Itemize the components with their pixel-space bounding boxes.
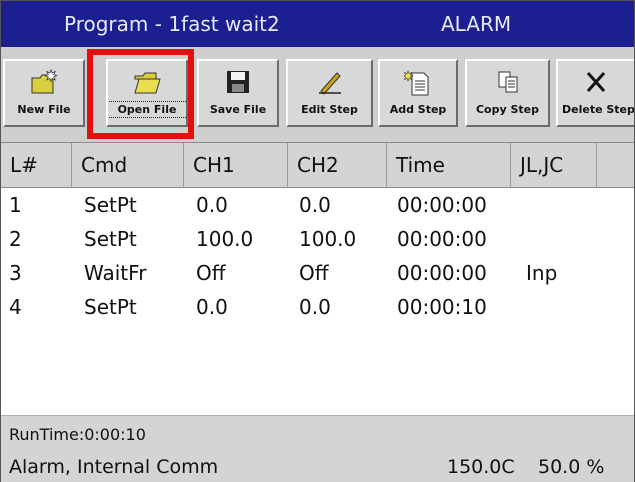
step-list: 1 SetPt 0.0 0.0 00:00:00 2 SetPt 100.0 1… <box>1 188 634 415</box>
toolbar: New File Open File Save File Edit Step A… <box>1 47 634 143</box>
cell-time: 00:00:00 <box>397 261 487 285</box>
column-header[interactable]: L# <box>1 143 72 187</box>
cell-time: 00:00:10 <box>397 295 487 319</box>
save-file-label: Save File <box>209 103 267 116</box>
table-row[interactable]: 2 SetPt 100.0 100.0 00:00:00 <box>1 222 634 256</box>
open-file-label: Open File <box>108 101 186 118</box>
copy-step-label: Copy Step <box>475 103 540 116</box>
copy-icon <box>494 69 522 99</box>
cell-line: 2 <box>9 227 22 251</box>
cell-time: 00:00:00 <box>397 193 487 217</box>
cell-time: 00:00:00 <box>397 227 487 251</box>
edit-step-label: Edit Step <box>301 103 358 116</box>
cell-ch2: 0.0 <box>299 193 331 217</box>
open-file-button[interactable]: Open File <box>106 59 188 127</box>
delete-step-label: Delete Step <box>562 103 634 116</box>
column-header[interactable]: JL,JC <box>511 143 597 187</box>
cell-jljc: Inp <box>526 261 558 285</box>
column-header[interactable]: Cmd <box>72 143 184 187</box>
title-bar: Program - 1fast wait2 ALARM <box>1 1 634 47</box>
cell-line: 1 <box>9 193 22 217</box>
cell-cmd: SetPt <box>84 295 137 319</box>
floppy-disk-icon <box>224 69 252 99</box>
copy-step-button[interactable]: Copy Step <box>465 59 550 127</box>
add-step-button[interactable]: Add Step <box>378 59 458 127</box>
new-file-button[interactable]: New File <box>3 59 85 127</box>
cell-line: 4 <box>9 295 22 319</box>
edit-step-button[interactable]: Edit Step <box>286 59 373 127</box>
open-folder-icon <box>132 69 162 99</box>
cell-cmd: WaitFr <box>84 261 147 285</box>
table-row[interactable]: 3 WaitFr Off Off 00:00:00 Inp <box>1 256 634 290</box>
save-file-button[interactable]: Save File <box>197 59 279 127</box>
cell-ch1: 0.0 <box>196 295 228 319</box>
window-title: Program - 1fast wait2 <box>64 12 280 36</box>
column-header[interactable]: CH2 <box>288 143 387 187</box>
output-percent: 50.0 % <box>538 456 605 478</box>
new-file-icon <box>29 68 59 99</box>
column-header[interactable]: CH1 <box>184 143 288 187</box>
cell-ch2: 100.0 <box>299 227 357 251</box>
delete-x-icon <box>582 69 610 99</box>
pencil-icon <box>315 69 345 99</box>
cell-ch1: 0.0 <box>196 193 228 217</box>
cell-line: 3 <box>9 261 22 285</box>
alarm-text: Alarm, Internal Comm <box>9 456 219 478</box>
cell-cmd: SetPt <box>84 227 137 251</box>
cell-ch1: 100.0 <box>196 227 254 251</box>
cell-cmd: SetPt <box>84 193 137 217</box>
add-document-icon <box>402 69 432 101</box>
temperature-value: 150.0C <box>447 456 515 478</box>
add-step-label: Add Step <box>389 103 447 116</box>
program-window: Program - 1fast wait2 ALARM New File Ope… <box>0 0 635 482</box>
table-row[interactable]: 4 SetPt 0.0 0.0 00:00:10 <box>1 290 634 324</box>
delete-step-button[interactable]: Delete Step <box>556 59 634 127</box>
table-row[interactable]: 1 SetPt 0.0 0.0 00:00:00 <box>1 188 634 222</box>
column-header[interactable]: Time <box>387 143 511 187</box>
cell-ch2: 0.0 <box>299 295 331 319</box>
alarm-indicator: ALARM <box>441 12 512 36</box>
status-bar: RunTime:0:00:10 Alarm, Internal Comm 150… <box>1 415 634 482</box>
table-header: L# Cmd CH1 CH2 Time JL,JC <box>1 143 634 188</box>
cell-ch1: Off <box>196 261 226 285</box>
cell-ch2: Off <box>299 261 329 285</box>
new-file-label: New File <box>17 103 71 116</box>
runtime-text: RunTime:0:00:10 <box>9 425 146 444</box>
